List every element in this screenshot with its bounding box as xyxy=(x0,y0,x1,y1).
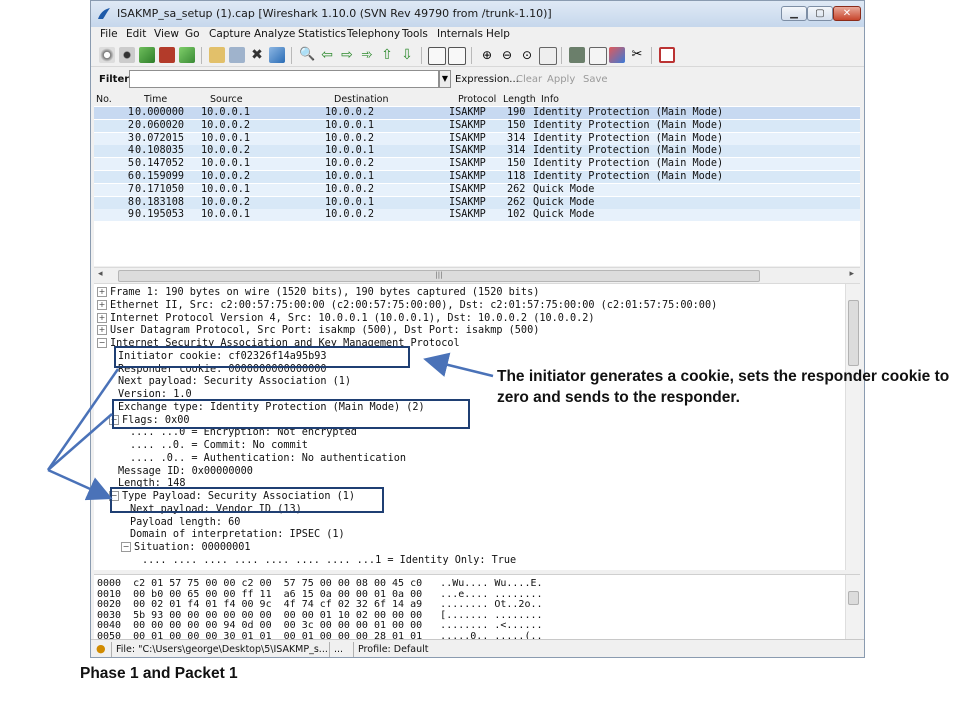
annotation-arrows xyxy=(46,352,494,501)
callout-text: The initiator generates a cookie, sets t… xyxy=(497,368,950,406)
slide-caption: Phase 1 and Packet 1 xyxy=(80,665,238,682)
connector-arrow xyxy=(47,468,113,501)
callout-arrow xyxy=(423,352,494,378)
